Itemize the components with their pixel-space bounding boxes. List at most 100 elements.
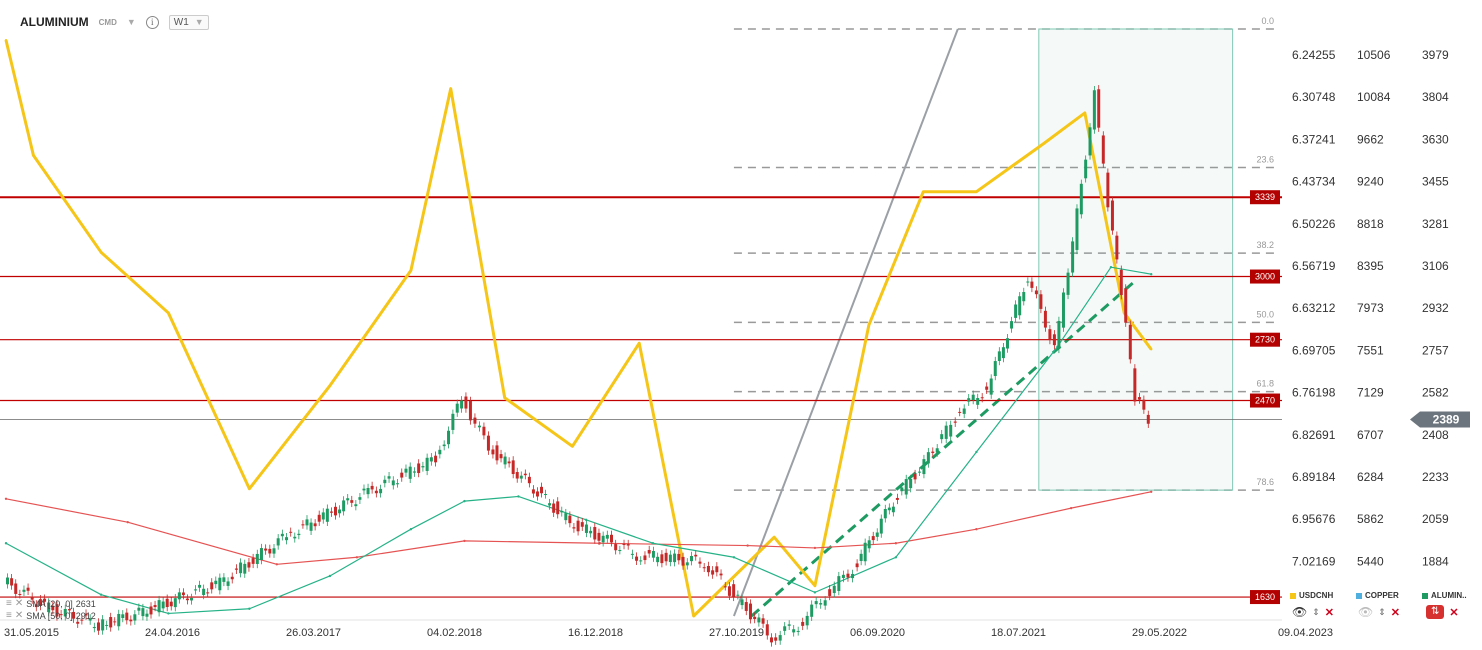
aluminium-candle: [531, 489, 535, 494]
reorder-icon[interactable]: ⇕: [1378, 607, 1386, 618]
close-icon[interactable]: ✕: [15, 598, 23, 610]
aluminium-candle: [285, 537, 289, 541]
aluminium-candle: [1048, 329, 1052, 341]
symbol-name[interactable]: ALUMINIUM: [20, 15, 89, 29]
aluminium-candle: [309, 522, 313, 531]
close-icon[interactable]: ✕: [1449, 606, 1458, 619]
info-icon[interactable]: i: [145, 15, 159, 29]
y-tick-label-copper: 8395: [1357, 259, 1384, 273]
settings-icon[interactable]: ≡: [6, 610, 12, 622]
aluminium-candle: [810, 604, 814, 617]
aluminium-candle: [690, 555, 694, 562]
x-tick-label: 31.05.2015: [4, 627, 59, 639]
indicator-value: 2631: [75, 599, 96, 609]
aluminium-candle: [618, 550, 622, 552]
timeframe-select[interactable]: W1 ▼: [168, 14, 209, 30]
sma20-line-point: [732, 556, 736, 559]
y-tick-label-copper: 5862: [1357, 512, 1384, 526]
usdcnh-line-point: [4, 38, 8, 42]
close-icon[interactable]: ✕: [15, 610, 23, 622]
reorder-icon[interactable]: ⇕: [1312, 607, 1320, 618]
y-tick-label-usdcnh: 6.24255: [1292, 48, 1336, 62]
aluminium-candle: [962, 408, 966, 414]
aluminium-candle: [1026, 281, 1030, 283]
aluminium-candle: [958, 411, 962, 413]
y-tick-label-usdcnh: 6.30748: [1292, 90, 1336, 104]
aluminium-candle: [317, 514, 321, 522]
aluminium-candle: [719, 573, 723, 576]
aluminium-candle: [477, 425, 481, 428]
aluminium-candle: [783, 626, 787, 631]
aluminium-candle: [486, 435, 490, 451]
aluminium-candle: [851, 573, 855, 579]
aluminium-candle: [133, 614, 137, 621]
aluminium-candle: [1084, 159, 1088, 179]
aluminium-candle: [464, 396, 468, 409]
legend-aluminium[interactable]: ALUMIN..: [1422, 591, 1467, 600]
aluminium-candle: [247, 562, 251, 568]
aluminium-candle: [1071, 241, 1075, 273]
series-settings-icon[interactable]: ⇅: [1426, 605, 1445, 619]
aluminium-candle: [1110, 200, 1114, 231]
aluminium-candle: [643, 555, 647, 561]
sma20-line-point: [894, 556, 898, 559]
aluminium-candle: [656, 556, 660, 563]
y-tick-label-aluminium: 2059: [1422, 512, 1449, 526]
aluminium-candle: [622, 543, 626, 545]
aluminium-candle: [321, 512, 325, 520]
price-chart[interactable]: 0.0 23.6 38.2 50.0 61.8 78.6 3339 3000 2730 2470…: [0, 0, 1482, 650]
indicator-label: SMA [50, 0]: [26, 611, 73, 621]
close-icon[interactable]: ✕: [1391, 606, 1400, 619]
chevron-down-icon: ▼: [194, 17, 204, 27]
y-tick-label-usdcnh: 6.95676: [1292, 512, 1336, 526]
usdcnh-line-point: [571, 445, 574, 448]
aluminium-candle: [931, 451, 935, 453]
aluminium-candle: [391, 480, 395, 486]
aluminium-candle: [1022, 292, 1026, 302]
aluminium-candle: [515, 472, 519, 479]
usdcnh-line-point: [867, 323, 871, 327]
aluminium-candle: [1001, 347, 1005, 359]
aluminium-candle: [149, 606, 153, 615]
aluminium-candle: [940, 434, 944, 440]
series-legend: USDCNH COPPER ALUMIN.. 👁 ⇕ ✕ 👁 ⇕ ✕ ⇅ ✕: [1284, 588, 1482, 628]
aluminium-candle: [325, 508, 329, 522]
aluminium-candle: [753, 616, 757, 620]
indicator-sma50[interactable]: ≡ ✕ SMA [50, 0] 2912: [6, 610, 96, 622]
aluminium-candle: [157, 600, 161, 613]
y-tick-label-aluminium: 2408: [1422, 428, 1449, 442]
close-icon[interactable]: ✕: [1325, 606, 1334, 619]
aluminium-candle: [1133, 368, 1137, 402]
aluminium-candle: [614, 544, 618, 551]
aluminium-candle: [918, 471, 922, 473]
aluminium-candle: [313, 523, 317, 527]
aluminium-candle: [499, 454, 503, 459]
aluminium-candle: [451, 413, 455, 430]
symbol-dropdown-icon[interactable]: ▼: [127, 17, 136, 27]
eye-icon[interactable]: 👁: [1292, 605, 1307, 619]
aluminium-candle: [6, 577, 9, 585]
aluminium-candle: [639, 560, 643, 562]
indicator-sma20[interactable]: ≡ ✕ SMA [20, 0] 2631: [6, 598, 96, 610]
aluminium-candle: [412, 471, 416, 473]
eye-icon[interactable]: 👁: [1358, 605, 1373, 619]
aluminium-candle: [967, 398, 971, 402]
aluminium-candle: [985, 386, 989, 390]
aluminium-candle: [711, 570, 715, 575]
aluminium-candle: [121, 614, 125, 619]
sma20-line-point: [409, 528, 413, 531]
level-badge-text: 2470: [1255, 396, 1275, 406]
aluminium-candle: [863, 542, 867, 562]
sma50-line-point: [1069, 506, 1073, 510]
aluminium-candle: [189, 597, 193, 601]
usdcnh-line-point: [1150, 348, 1153, 351]
aluminium-candle: [251, 558, 255, 564]
aluminium-candle: [1137, 397, 1141, 400]
aluminium-candle: [354, 504, 358, 507]
sma20-line-point: [99, 593, 103, 596]
legend-usdcnh[interactable]: USDCNH: [1290, 591, 1333, 600]
aluminium-candle: [438, 449, 442, 455]
aluminium-candle: [214, 580, 218, 585]
legend-copper[interactable]: COPPER: [1356, 591, 1399, 600]
settings-icon[interactable]: ≡: [6, 598, 12, 610]
